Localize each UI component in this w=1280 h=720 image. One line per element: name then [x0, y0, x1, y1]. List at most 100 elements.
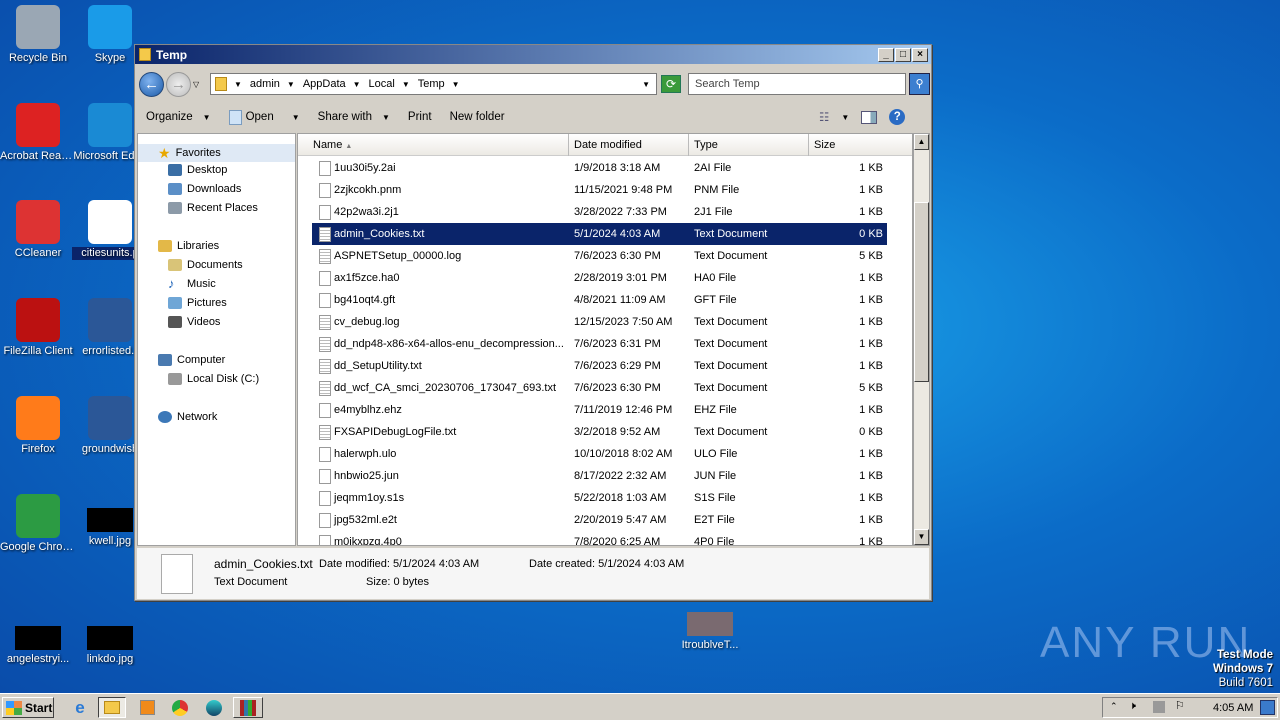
- file-size: 1 KB: [859, 316, 883, 328]
- desktop-icon-linkdo-jpg[interactable]: linkdo.jpg: [72, 612, 148, 666]
- internet-explorer-icon[interactable]: e: [66, 697, 94, 718]
- scroll-thumb[interactable]: [914, 202, 929, 382]
- file-row[interactable]: 42p2wa3i.2j1 3/28/2022 7:33 PM 2J1 File 1 K…: [312, 201, 887, 223]
- address-history-dropdown[interactable]: ▼: [642, 80, 650, 89]
- file-row[interactable]: halerwph.ulo 10/10/2018 8:02 AM ULO File 1 …: [312, 443, 887, 465]
- nav-libraries[interactable]: Libraries: [158, 240, 219, 252]
- start-button[interactable]: Start: [2, 697, 54, 718]
- view-options-icon[interactable]: ☷: [819, 110, 829, 124]
- chevron-down-icon[interactable]: ▼: [841, 113, 849, 122]
- new-folder-button[interactable]: New folder: [441, 111, 514, 123]
- desktop-icon-ccleaner[interactable]: CCleaner: [0, 200, 76, 260]
- documents-icon: [168, 259, 182, 271]
- address-bar[interactable]: ▼ admin ▼ AppData ▼ Local ▼ Temp ▼ ▼: [210, 73, 657, 95]
- show-hidden-icons-button[interactable]: ⌃: [1110, 701, 1118, 712]
- file-row[interactable]: dd_wcf_CA_smci_20230706_173047_693.txt 7/…: [312, 377, 887, 399]
- chrome-icon[interactable]: [166, 697, 194, 718]
- organize-button[interactable]: Organize ▼: [137, 111, 220, 123]
- file-row[interactable]: bg41oqt4.gft 4/8/2021 11:09 AM GFT File 1 K…: [312, 289, 887, 311]
- open-button[interactable]: Open ▼: [220, 109, 309, 125]
- explorer-taskbar-button[interactable]: [98, 697, 126, 718]
- window-title: Temp: [156, 47, 188, 62]
- show-desktop-button[interactable]: [1260, 700, 1275, 715]
- file-row[interactable]: 2zjkcokh.pnm 11/15/2021 9:48 PM PNM File 1 …: [312, 179, 887, 201]
- nav-music[interactable]: ♪ Music: [168, 276, 216, 291]
- volume-icon[interactable]: 🕨: [1129, 700, 1136, 713]
- desktop-icon-google-chrome[interactable]: Google Chrome: [0, 494, 76, 554]
- desktop-icon-firefox[interactable]: Firefox: [0, 396, 76, 456]
- column-date-modified[interactable]: Date modified: [569, 134, 689, 156]
- scroll-up-button[interactable]: ▲: [914, 134, 929, 150]
- network-icon: [158, 411, 172, 423]
- media-player-icon[interactable]: [133, 697, 161, 718]
- preview-pane-icon[interactable]: [861, 110, 878, 124]
- column-size[interactable]: Size: [809, 134, 912, 156]
- file-row[interactable]: FXSAPIDebugLogFile.txt 3/2/2018 9:52 AM Te…: [312, 421, 887, 443]
- edge-icon[interactable]: [200, 697, 228, 718]
- file-name: 42p2wa3i.2j1: [334, 206, 399, 218]
- details-pane: admin_Cookies.txt Text Document Date mod…: [137, 548, 929, 599]
- breadcrumb-separator[interactable]: ▼: [234, 80, 242, 89]
- column-name[interactable]: Name ▲: [298, 134, 569, 156]
- scroll-down-button[interactable]: ▼: [914, 529, 929, 545]
- breadcrumb-temp[interactable]: Temp: [418, 78, 445, 90]
- title-bar[interactable]: Temp _ □ ×: [135, 45, 931, 64]
- maximize-button[interactable]: □: [895, 48, 911, 62]
- file-row[interactable]: admin_Cookies.txt 5/1/2024 4:03 AM Text Do…: [312, 223, 887, 245]
- breadcrumb-admin[interactable]: admin: [250, 78, 280, 90]
- file-type: Text Document: [694, 250, 768, 262]
- desktop-icon-recycle-bin[interactable]: Recycle Bin: [0, 5, 76, 65]
- file-row[interactable]: ax1f5zce.ha0 2/28/2019 3:01 PM HA0 File 1 K…: [312, 267, 887, 289]
- breadcrumb-local[interactable]: Local: [369, 78, 395, 90]
- file-row[interactable]: e4myblhz.ehz 7/11/2019 12:46 PM EHZ File 1 …: [312, 399, 887, 421]
- desktop-icon-itroublvet[interactable]: ItroublveT...: [672, 598, 748, 652]
- breadcrumb-separator[interactable]: ▼: [402, 80, 410, 89]
- vertical-scrollbar[interactable]: ▲ ▼: [913, 133, 930, 546]
- forward-button[interactable]: →: [166, 71, 191, 97]
- file-row[interactable]: jpg532ml.e2t 2/20/2019 5:47 AM E2T File 1 K…: [312, 509, 887, 531]
- breadcrumb-separator[interactable]: ▼: [452, 80, 460, 89]
- action-center-flag-icon[interactable]: ⚐: [1175, 699, 1185, 712]
- nav-desktop[interactable]: Desktop: [168, 164, 227, 176]
- share-with-button[interactable]: Share with ▼: [309, 111, 399, 123]
- music-icon: ♪: [168, 276, 175, 291]
- nav-pictures[interactable]: Pictures: [168, 297, 227, 309]
- file-row[interactable]: jeqmm1oy.s1s 5/22/2018 1:03 AM S1S File 1 K…: [312, 487, 887, 509]
- nav-recent-places[interactable]: Recent Places: [168, 202, 258, 214]
- file-icon: [319, 271, 331, 286]
- minimize-button[interactable]: _: [878, 48, 894, 62]
- file-type: 2AI File: [694, 162, 732, 174]
- file-row[interactable]: 1uu30i5y.2ai 1/9/2018 3:18 AM 2AI File 1 KB: [312, 157, 887, 179]
- recent-pages-dropdown[interactable]: ▽: [193, 80, 199, 89]
- nav-favorites[interactable]: ★ Favorites: [138, 144, 295, 162]
- back-button[interactable]: ←: [139, 71, 164, 97]
- nav-videos[interactable]: Videos: [168, 316, 220, 328]
- nav-downloads[interactable]: Downloads: [168, 183, 241, 195]
- file-row[interactable]: dd_ndp48-x86-x64-allos-enu_decompression…: [312, 333, 887, 355]
- nav-computer[interactable]: Computer: [158, 354, 225, 366]
- breadcrumb-separator[interactable]: ▼: [287, 80, 295, 89]
- close-button[interactable]: ×: [912, 48, 928, 62]
- nav-network[interactable]: Network: [158, 411, 217, 423]
- search-input[interactable]: Search Temp: [688, 73, 906, 95]
- search-icon[interactable]: ⚲: [909, 73, 930, 95]
- desktop-icon-filezilla-client[interactable]: FileZilla Client: [0, 298, 76, 358]
- desktop-icon-acrobat-reader-dc[interactable]: Acrobat Reader DC: [0, 103, 76, 163]
- clock[interactable]: 4:05 AM: [1213, 702, 1253, 714]
- breadcrumb-appdata[interactable]: AppData: [303, 78, 346, 90]
- nav-documents[interactable]: Documents: [168, 259, 243, 271]
- desktop-icon-angelestryi[interactable]: angelestryi...: [0, 612, 76, 666]
- print-button[interactable]: Print: [399, 111, 441, 123]
- nav-local-disk[interactable]: Local Disk (C:): [168, 373, 259, 385]
- winrar-icon[interactable]: [233, 697, 263, 718]
- file-row[interactable]: dd_SetupUtility.txt 7/6/2023 6:29 PM Text …: [312, 355, 887, 377]
- breadcrumb-separator[interactable]: ▼: [353, 80, 361, 89]
- file-row[interactable]: hnbwio25.jun 8/17/2022 2:32 AM JUN File 1 K…: [312, 465, 887, 487]
- file-row[interactable]: ASPNETSetup_00000.log 7/6/2023 6:30 PM Tex…: [312, 245, 887, 267]
- file-row[interactable]: cv_debug.log 12/15/2023 7:50 AM Text Docum…: [312, 311, 887, 333]
- column-type[interactable]: Type: [689, 134, 809, 156]
- help-icon[interactable]: ?: [889, 109, 906, 125]
- refresh-button[interactable]: ⟳: [661, 75, 681, 93]
- file-row[interactable]: m0jkxpzq.4p0 7/8/2020 6:25 AM 4P0 File 1 KB: [312, 531, 887, 545]
- network-tray-icon[interactable]: [1153, 701, 1165, 713]
